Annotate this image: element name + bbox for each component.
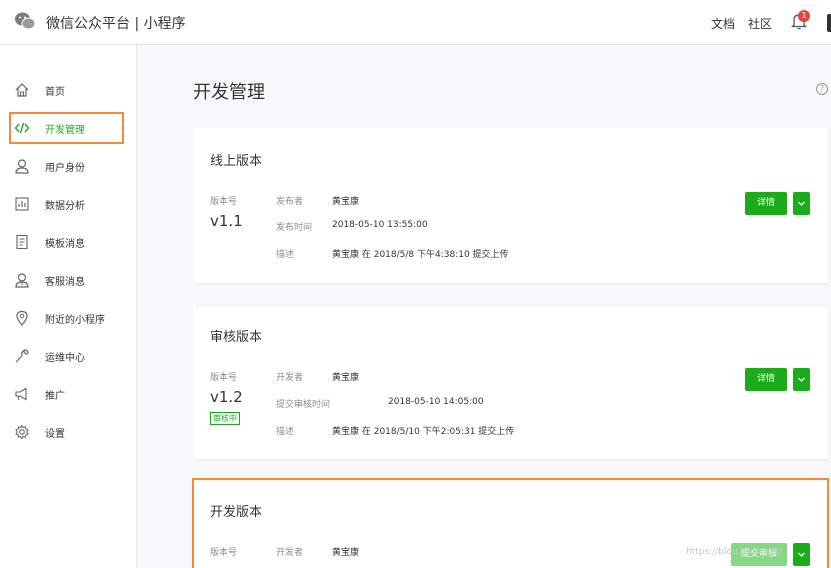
field-value: 黄宝康 在 2018/5/8 下午4:38:10 提交上传 bbox=[332, 250, 509, 260]
field-key: 发布时间 bbox=[276, 223, 313, 233]
document-icon bbox=[16, 234, 28, 250]
gear-icon bbox=[15, 424, 29, 440]
field-key: 发布者 bbox=[276, 197, 304, 207]
help-icon[interactable]: ? bbox=[816, 83, 828, 95]
sidebar-item-template-message[interactable]: 模板消息 bbox=[0, 226, 137, 258]
sidebar-item-promotion[interactable]: 推广 bbox=[0, 378, 137, 410]
watermark: https://blog.csdn.net/... bbox=[686, 547, 791, 557]
sidebar-item-label: 客服消息 bbox=[45, 277, 85, 288]
field-value: 2018-05-10 13:55:00 bbox=[332, 220, 428, 230]
more-dropdown-button[interactable] bbox=[793, 192, 810, 215]
online-version-card: 线上版本 版本号 v1.1 发布者 黄宝康 发布时间 2018-05-10 13… bbox=[193, 128, 828, 283]
home-icon bbox=[15, 83, 29, 97]
chevron-down-icon bbox=[798, 377, 805, 382]
sidebar-item-user-identity[interactable]: 用户身份 bbox=[0, 150, 137, 182]
location-icon bbox=[16, 310, 28, 326]
docs-link[interactable]: 文档 bbox=[711, 15, 735, 32]
version-label: 版本号 bbox=[210, 197, 238, 207]
community-link[interactable]: 社区 bbox=[748, 15, 772, 32]
sidebar-item-home[interactable]: 首页 bbox=[0, 74, 137, 106]
sidebar-item-label: 运维中心 bbox=[45, 353, 85, 364]
megaphone-icon bbox=[15, 387, 27, 401]
sidebar-item-nearby-miniprogram[interactable]: 附近的小程序 bbox=[0, 302, 137, 334]
sidebar-item-data-analysis[interactable]: 数据分析 bbox=[0, 188, 137, 220]
wechat-logo-icon[interactable] bbox=[14, 11, 36, 31]
field-key: 提交审核时间 bbox=[276, 400, 331, 410]
version-label: 版本号 bbox=[210, 373, 238, 383]
version-number: v1.2 bbox=[210, 388, 243, 406]
detail-button[interactable]: 详情 bbox=[745, 192, 787, 215]
sidebar-item-label: 模板消息 bbox=[45, 239, 85, 250]
sidebar-item-settings[interactable]: 设置 bbox=[0, 416, 137, 448]
sidebar: 首页 开发管理 用户身份 数据分析 模板消息 客服消息 附近的小程序 运维中心 … bbox=[0, 45, 137, 568]
sidebar-item-label: 附近的小程序 bbox=[45, 315, 105, 326]
support-icon bbox=[15, 273, 29, 288]
field-value: 黄宝康 bbox=[332, 373, 360, 383]
card-title: 审核版本 bbox=[210, 330, 263, 345]
wrench-icon bbox=[15, 349, 29, 363]
field-value: 2018-05-10 14:05:00 bbox=[388, 397, 484, 407]
sidebar-item-label: 首页 bbox=[45, 87, 65, 98]
brand-title[interactable]: 微信公众平台 | 小程序 bbox=[46, 13, 186, 33]
chevron-down-icon bbox=[798, 201, 805, 206]
notification-badge: 1 bbox=[798, 10, 810, 22]
sidebar-item-ops-center[interactable]: 运维中心 bbox=[0, 340, 137, 372]
sidebar-item-label: 用户身份 bbox=[45, 163, 85, 174]
sidebar-item-customer-service[interactable]: 客服消息 bbox=[0, 264, 137, 296]
more-dropdown-button[interactable] bbox=[793, 368, 810, 391]
avatar[interactable] bbox=[827, 14, 831, 32]
sidebar-item-label: 设置 bbox=[45, 429, 65, 440]
card-title: 线上版本 bbox=[210, 154, 263, 169]
chart-icon bbox=[15, 197, 29, 211]
status-badge: 审核中 bbox=[210, 412, 240, 425]
field-key: 描述 bbox=[276, 250, 295, 260]
detail-button[interactable]: 详情 bbox=[745, 368, 787, 391]
sidebar-item-label: 推广 bbox=[45, 391, 65, 402]
top-bar: 微信公众平台 | 小程序 文档 社区 1 bbox=[0, 0, 831, 45]
active-item-highlight bbox=[9, 112, 124, 144]
sidebar-item-label: 数据分析 bbox=[45, 201, 85, 212]
review-version-card: 审核版本 版本号 v1.2 审核中 开发者 黄宝康 提交审核时间 2018-05… bbox=[193, 307, 828, 459]
field-value: 黄宝康 在 2018/5/10 下午2:05:31 提交上传 bbox=[332, 427, 515, 437]
field-value: 黄宝康 bbox=[332, 197, 360, 207]
user-icon bbox=[15, 159, 29, 174]
field-key: 描述 bbox=[276, 427, 295, 437]
version-number: v1.1 bbox=[210, 212, 243, 230]
field-key: 开发者 bbox=[276, 373, 304, 383]
page-title: 开发管理 bbox=[193, 82, 265, 103]
